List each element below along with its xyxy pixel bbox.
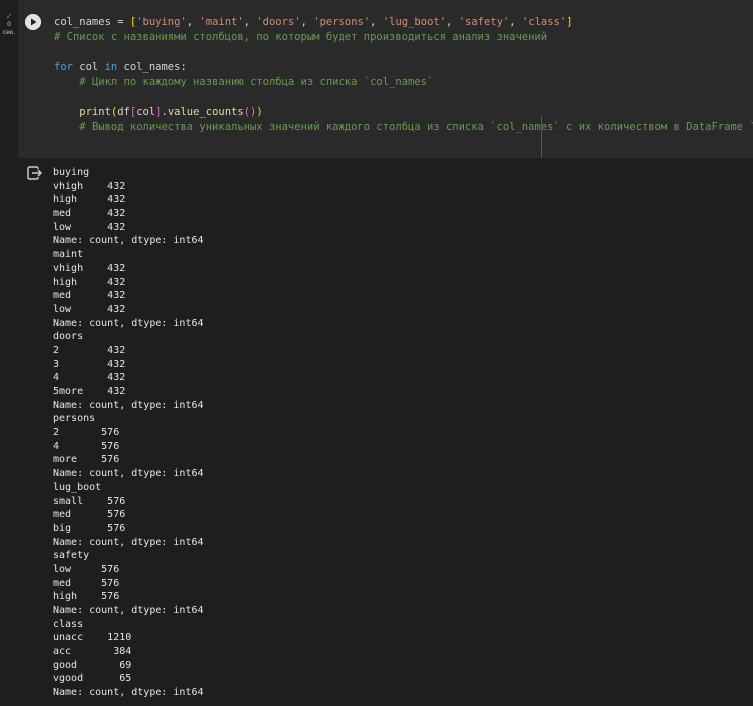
code-token: col [136, 106, 156, 118]
output-line: low 432 [53, 303, 126, 315]
output-line: med 576 [53, 509, 126, 521]
output-line: Name: count, dtype: int64 [53, 605, 204, 616]
code-line: for col in col_names: [54, 60, 753, 75]
output-line: low 432 [53, 221, 126, 233]
output-line: small 576 [53, 495, 126, 507]
cell-output: buying vhigh 432 high 432 med 432 low 432 Nam… [18, 158, 753, 706]
execution-time-unit: сек. [2, 29, 16, 36]
output-line: high 432 [53, 194, 126, 206]
run-cell-button[interactable] [25, 14, 41, 30]
code-token: 'buying' [136, 16, 187, 28]
output-line: big 576 [53, 522, 126, 534]
play-circle-icon [25, 14, 41, 30]
code-token: 'lug_boot' [382, 16, 447, 28]
output-line: safety [53, 550, 90, 562]
code-token: # Список с названиями столбцов, по котор… [54, 31, 548, 43]
output-line: Name: count, dtype: int64 [53, 536, 204, 548]
code-line: # Цикл по каждому названию столбца из сп… [54, 75, 753, 90]
code-token: 'maint' [199, 16, 244, 28]
code-token: # Вывод количества уникальных значений к… [79, 121, 753, 133]
execution-status: ✓ 0 сек. [0, 13, 18, 37]
output-line: Name: count, dtype: int64 [53, 687, 204, 699]
output-line: low 576 [53, 563, 120, 575]
output-line: high 576 [53, 591, 120, 603]
code-editor[interactable]: col_names = ['buying', 'maint', 'doors',… [54, 15, 753, 135]
output-line: maint [53, 249, 84, 261]
output-line: med 432 [53, 208, 126, 220]
code-token: # Цикл по каждому названию столбца из сп… [79, 76, 434, 88]
output-line: 3 432 [53, 358, 126, 370]
output-exit-icon[interactable] [27, 165, 43, 180]
output-line: Name: count, dtype: int64 [53, 399, 204, 411]
code-token: ) [256, 106, 263, 118]
output-line: more 576 [53, 454, 120, 466]
execution-time-value: 0 [7, 21, 11, 28]
code-token: 'persons' [313, 16, 371, 28]
output-line: class [53, 618, 84, 630]
output-line: 2 432 [53, 344, 126, 356]
code-line: # Вывод количества уникальных значений к… [54, 120, 753, 135]
output-line: buying [53, 167, 90, 178]
output-line: acc 384 [53, 646, 132, 658]
output-line: 5more 432 [53, 386, 126, 397]
code-token: 'class' [521, 16, 567, 28]
code-token: for [54, 61, 73, 73]
cell-gutter [0, 0, 18, 706]
code-token: 'doors' [256, 16, 301, 28]
editor-scroll-divider [541, 116, 542, 158]
output-line: med 432 [53, 290, 126, 302]
code-token: 'safety' [458, 16, 510, 28]
code-line: col_names = ['buying', 'maint', 'doors',… [54, 15, 753, 30]
code-line: print(df[col].value_counts()) [54, 105, 753, 120]
code-token: col_names: [117, 61, 187, 73]
output-line: high 432 [53, 276, 126, 288]
code-token: , [300, 16, 314, 28]
output-line: good 69 [53, 659, 132, 671]
output-line: Name: count, dtype: int64 [53, 235, 204, 247]
code-token: value_counts [167, 106, 244, 118]
output-line: Name: count, dtype: int64 [53, 468, 204, 480]
code-token: , [243, 16, 257, 28]
code-cell[interactable]: col_names = ['buying', 'maint', 'doors',… [18, 0, 753, 158]
code-token: col_names = [54, 16, 130, 28]
output-text: buying vhigh 432 high 432 med 432 low 432 Nam… [53, 166, 204, 700]
code-token: , [509, 16, 522, 28]
output-line: vhigh 432 [53, 180, 126, 192]
code-token: in [104, 61, 118, 73]
output-line: lug_boot [53, 481, 102, 493]
output-line: unacc 1210 [53, 632, 132, 644]
output-line: vhigh 432 [53, 262, 126, 274]
check-icon: ✓ [5, 12, 13, 21]
code-token: , [446, 16, 459, 28]
code-token: , [186, 16, 200, 28]
output-line: 4 576 [53, 440, 120, 452]
code-line: # Список с названиями столбцов, по котор… [54, 30, 753, 45]
output-line: persons [53, 413, 96, 425]
code-token: ] [566, 16, 573, 28]
output-line: Name: count, dtype: int64 [53, 317, 204, 329]
output-line: 4 432 [53, 372, 126, 384]
code-token: col [72, 61, 105, 73]
output-line: doors [53, 331, 84, 343]
code-token: df [117, 106, 130, 118]
code-token: print [79, 106, 111, 118]
output-line: 2 576 [53, 427, 120, 439]
code-token: , [370, 16, 383, 28]
code-token: () [243, 106, 257, 118]
output-line: med 576 [53, 577, 120, 589]
output-line: vgood 65 [53, 673, 132, 685]
